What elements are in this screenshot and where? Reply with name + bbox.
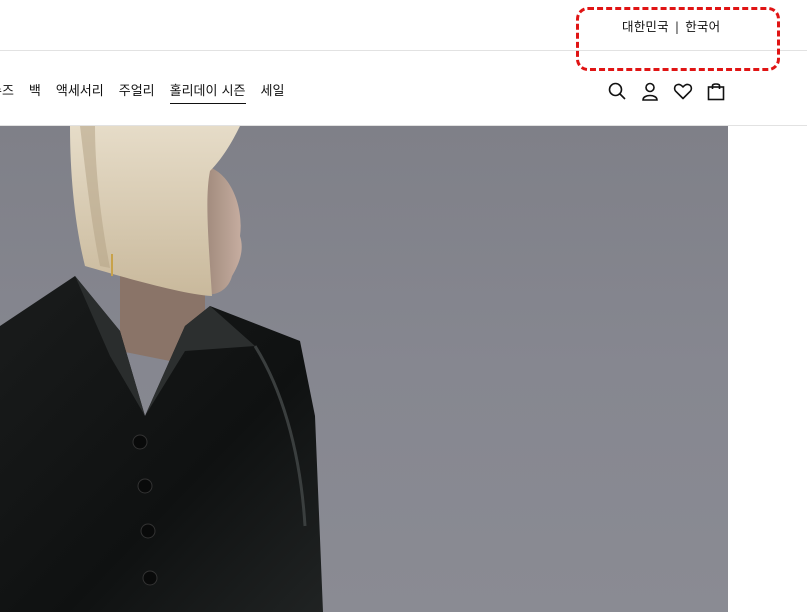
nav-item-shoes[interactable]: 슈즈 <box>0 80 14 104</box>
account-icon[interactable] <box>640 81 660 101</box>
locale-selector[interactable]: 대한민국 | 한국어 <box>622 16 720 35</box>
nav-item-sale[interactable]: 세일 <box>261 80 285 104</box>
main-navigation: 슈즈 백 액세서리 주얼리 홀리데이 시즌 세일 <box>0 52 807 126</box>
shopping-bag-icon[interactable] <box>706 81 726 101</box>
nav-item-bags[interactable]: 백 <box>29 80 41 104</box>
language-label[interactable]: 한국어 <box>685 19 720 34</box>
header-icons <box>607 81 739 101</box>
top-bar: 대한민국 | 한국어 <box>0 0 807 51</box>
hero-image[interactable] <box>0 126 728 612</box>
nav-item-jewelry[interactable]: 주얼리 <box>119 80 155 104</box>
category-menu: 슈즈 백 액세서리 주얼리 홀리데이 시즌 세일 <box>0 80 299 104</box>
country-label[interactable]: 대한민국 <box>622 19 669 34</box>
hero-model-illustration <box>0 126 323 612</box>
nav-item-holiday-season[interactable]: 홀리데이 시즌 <box>169 80 246 104</box>
locale-separator: | <box>674 19 680 34</box>
wishlist-icon[interactable] <box>673 81 693 101</box>
search-icon[interactable] <box>607 81 627 101</box>
nav-item-accessories[interactable]: 액세서리 <box>56 80 104 104</box>
